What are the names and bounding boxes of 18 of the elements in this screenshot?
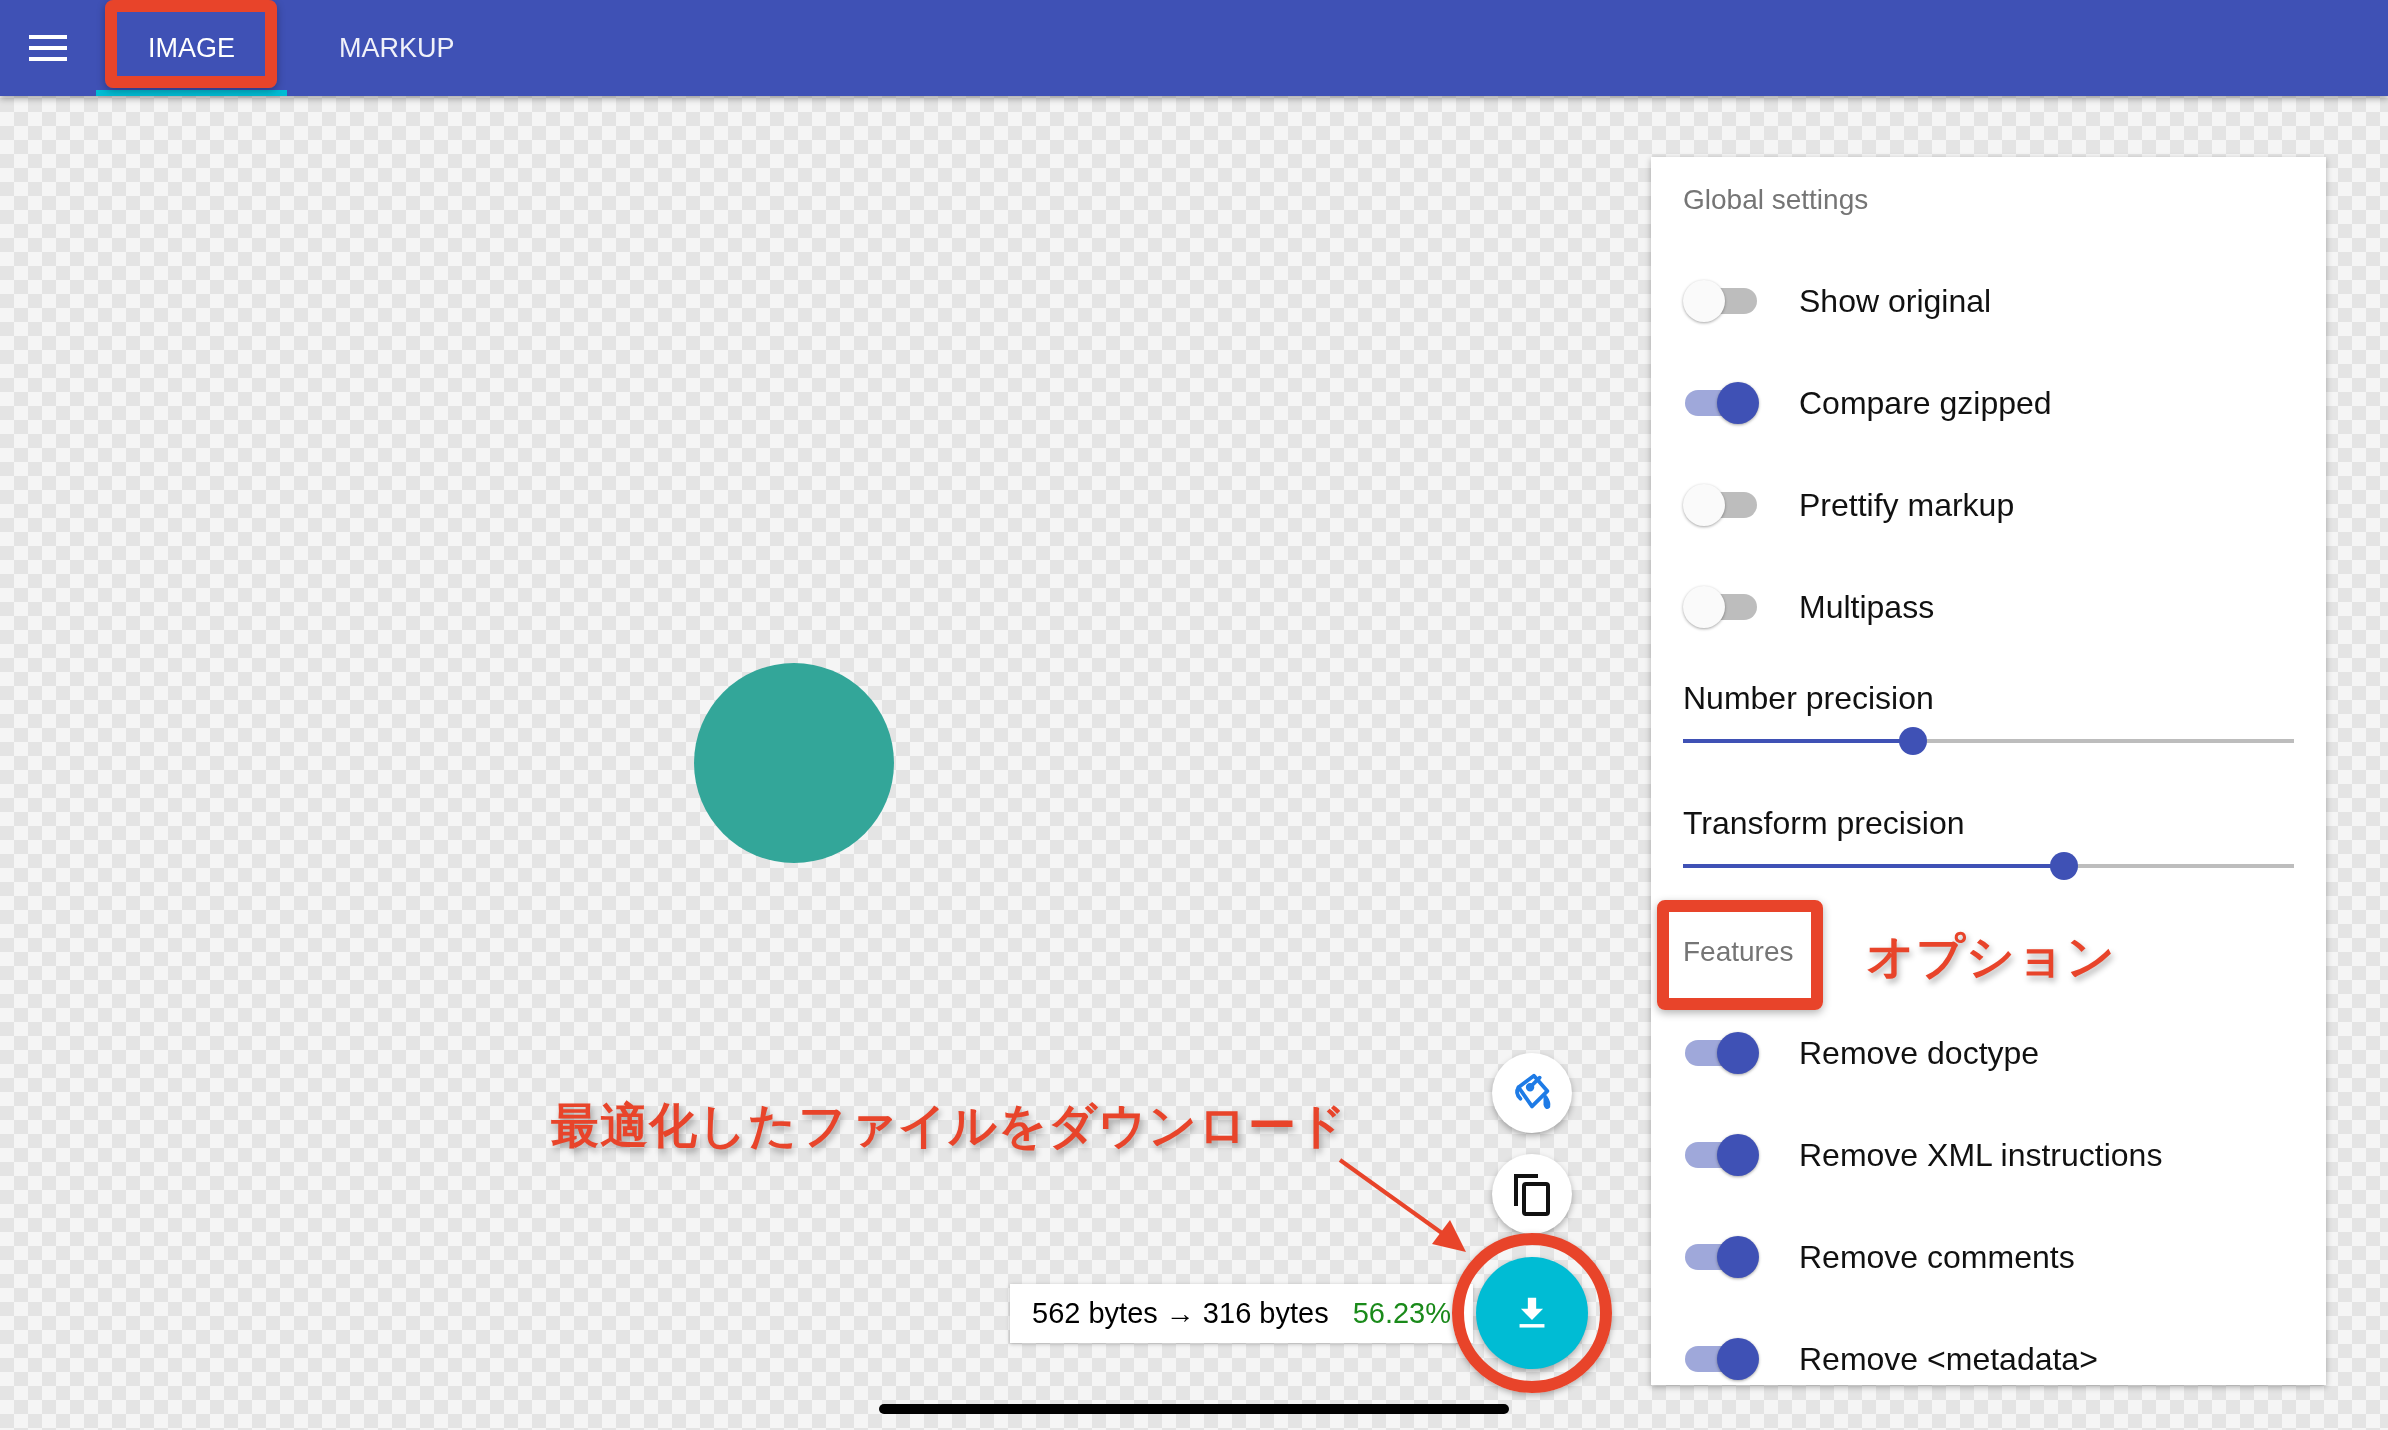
saving-percent: 56.23% (1352, 1297, 1451, 1330)
slider-label: Transform precision (1683, 805, 1966, 841)
toggle-label: Prettify markup (1799, 487, 2015, 523)
section-heading: Global settings (1683, 183, 1869, 217)
annotation-note: オプション (1866, 929, 2116, 985)
toggle-label: Multipass (1799, 589, 1935, 625)
toggle-label: Show original (1799, 283, 1992, 319)
toggle-label: Remove doctype (1799, 1035, 2040, 1071)
section-heading: Features (1683, 935, 1794, 969)
annotation-note: 最適化したファイルをダウンロード (551, 1098, 1347, 1154)
size-text: 562 bytes → 316 bytes (1032, 1297, 1329, 1330)
toggle-label: Remove XML instructions (1799, 1137, 2163, 1173)
tab[interactable]: MARKUP (287, 0, 507, 96)
toggle-label: Remove comments (1799, 1239, 2075, 1275)
toggle-label: Compare gzipped (1799, 385, 2052, 421)
toggle-label: Remove <metadata> (1799, 1341, 2098, 1377)
tab[interactable]: IMAGE (96, 0, 287, 96)
slider-label: Number precision (1683, 680, 1935, 716)
